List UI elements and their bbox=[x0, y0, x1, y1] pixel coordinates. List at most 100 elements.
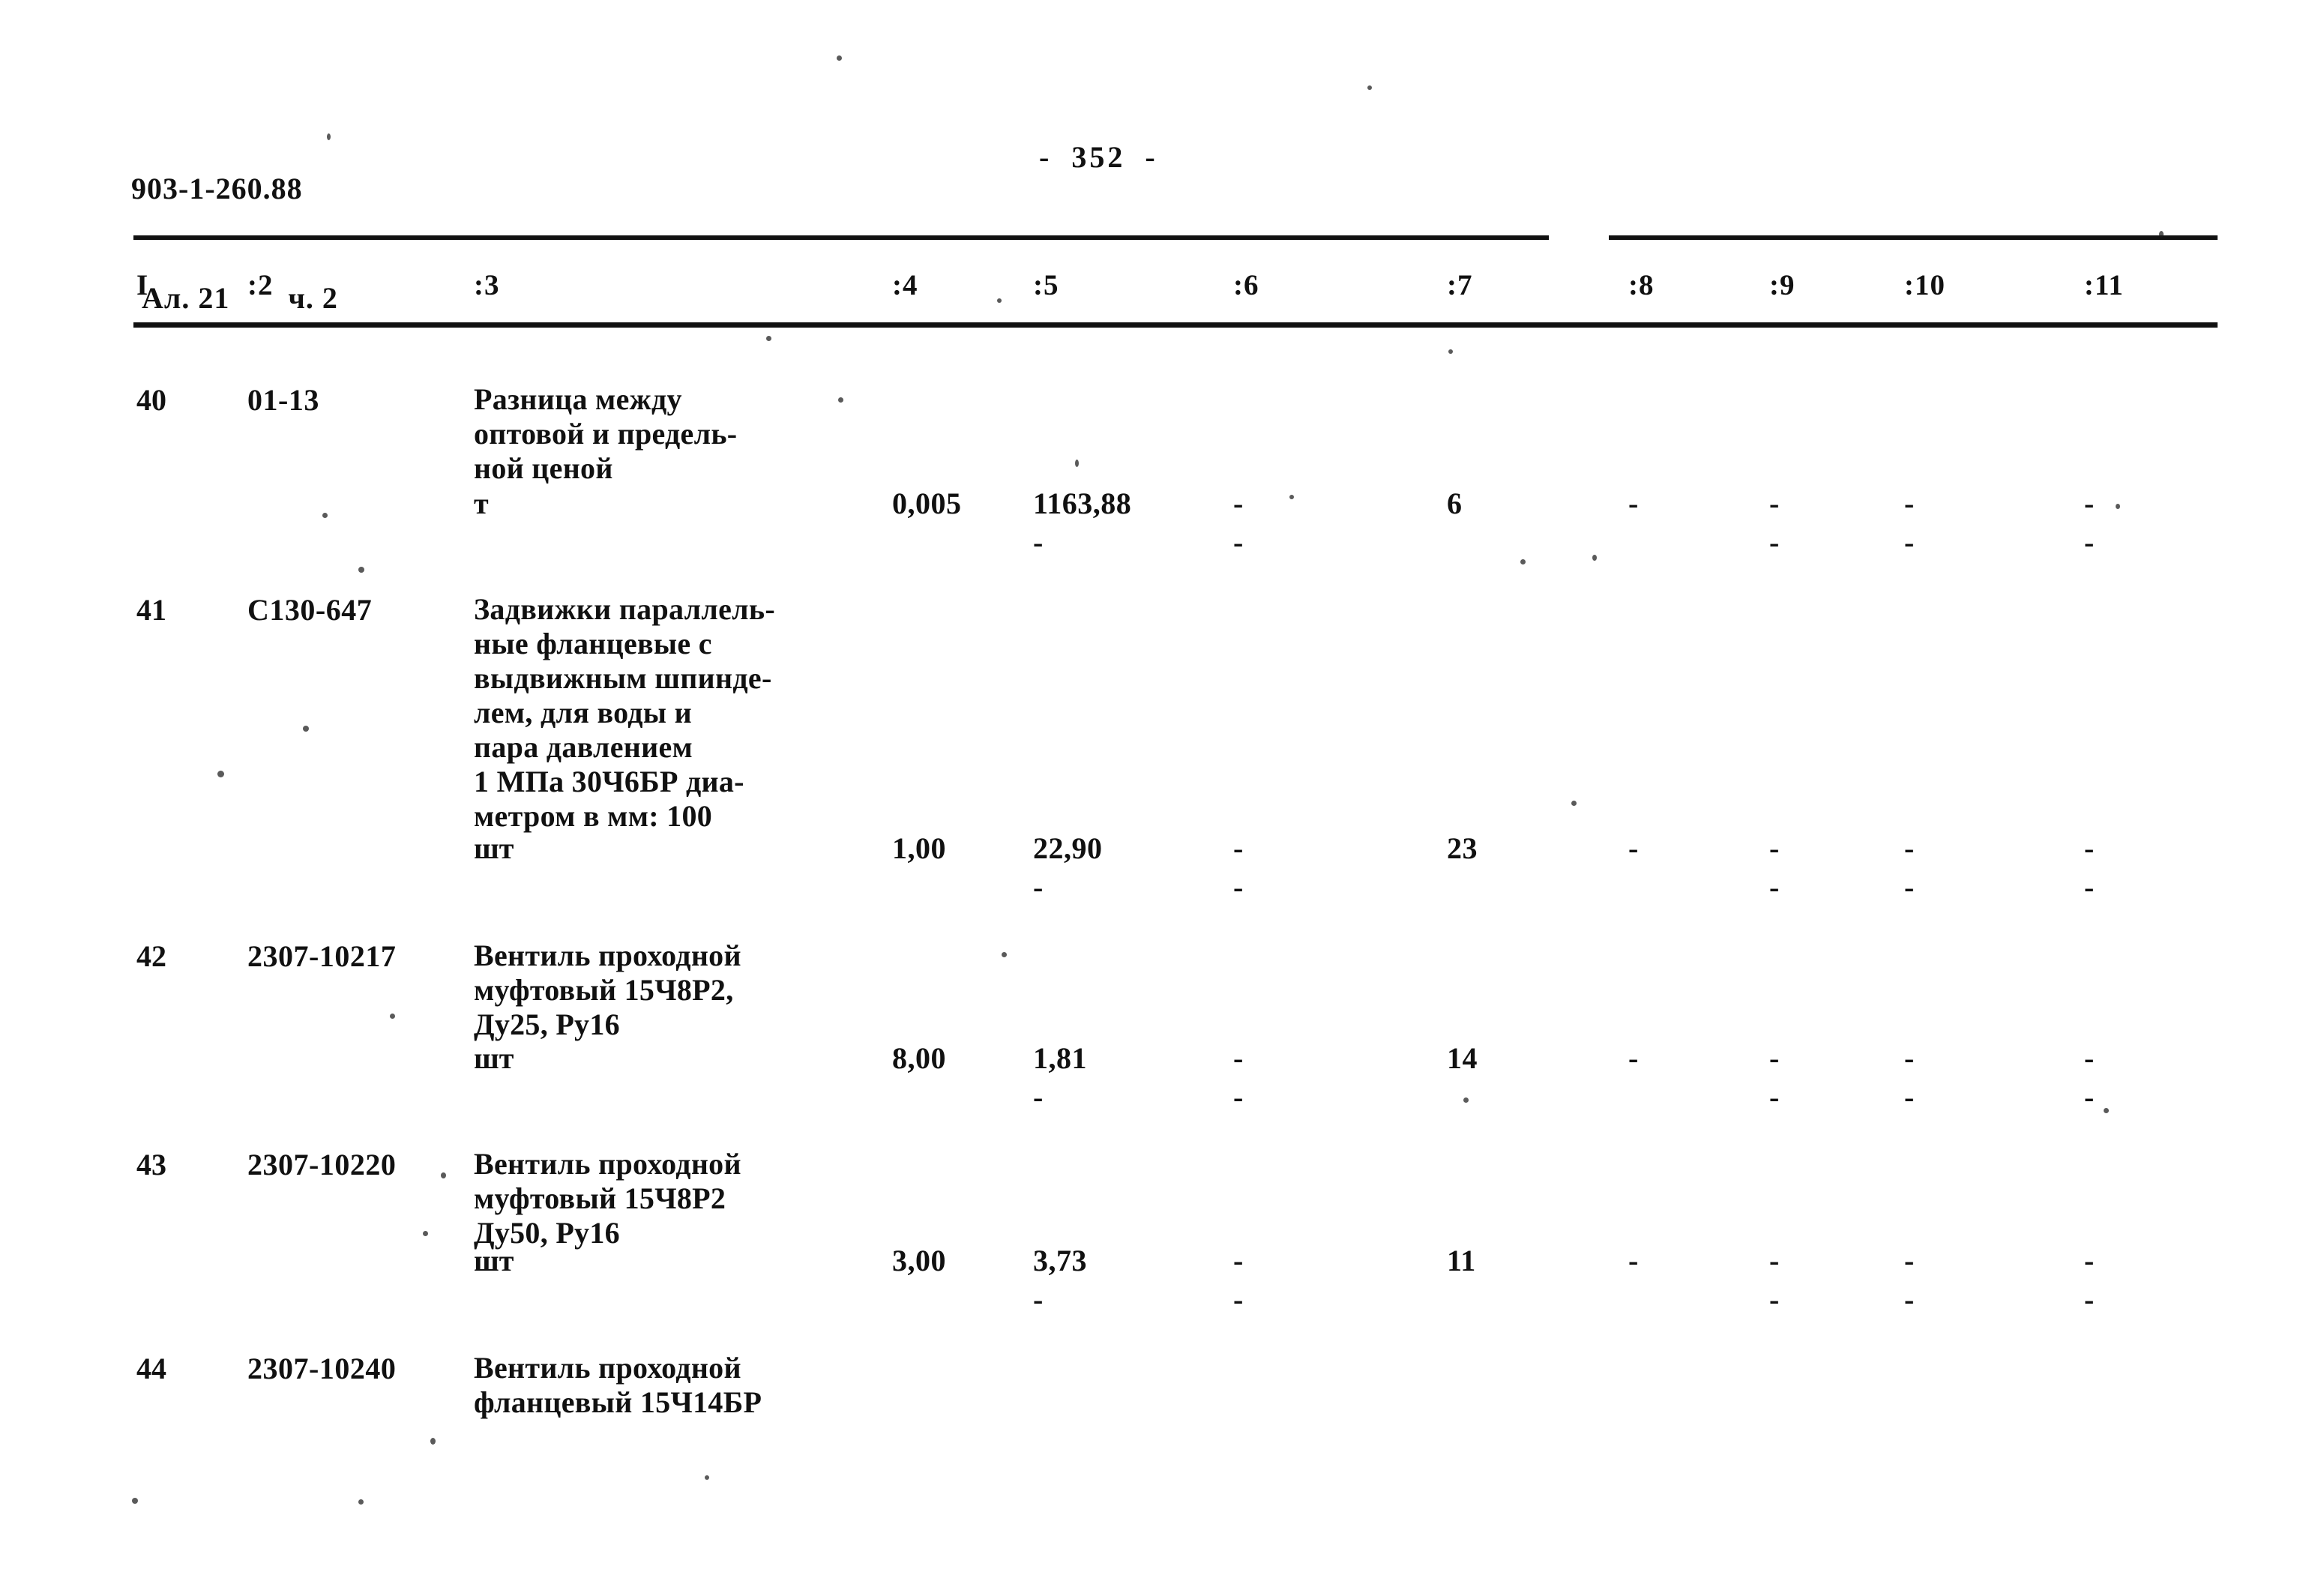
row-value-second-c5b: - bbox=[1033, 1283, 1044, 1316]
row-index: 41 bbox=[136, 593, 166, 627]
document-header: 903-1-260.88 Ал. 21 ч. 2 bbox=[131, 97, 338, 390]
row-description-line: пара давлением bbox=[474, 730, 693, 764]
table-header-cell-2: :2 bbox=[247, 269, 274, 301]
row-value-second-c10b: - bbox=[1904, 870, 1915, 904]
row-description-line: 1 МПа 30Ч6БР диа- bbox=[474, 765, 744, 798]
row-unit: шт bbox=[474, 831, 514, 865]
scan-speck bbox=[2159, 231, 2164, 238]
scan-speck bbox=[358, 567, 364, 573]
table-header-cell-9: :9 bbox=[1769, 269, 1795, 301]
row-value-second-c5b: - bbox=[1033, 526, 1044, 559]
row-value-second-c5b: - bbox=[1033, 1080, 1044, 1114]
scan-speck bbox=[1592, 555, 1597, 561]
scanned-page: 903-1-260.88 Ал. 21 ч. 2 -352- I:2:3:4:5:… bbox=[0, 0, 2303, 1596]
scan-speck bbox=[1075, 460, 1079, 467]
row-value-second-c6b: - bbox=[1233, 1283, 1244, 1316]
scan-speck bbox=[441, 1172, 446, 1178]
scan-speck bbox=[217, 771, 224, 777]
row-value-col8: - bbox=[1628, 487, 1639, 520]
table-header-cell-5: :5 bbox=[1033, 269, 1059, 301]
row-value-second-c10b: - bbox=[1904, 526, 1915, 559]
row-resource-code: С130-647 bbox=[247, 593, 373, 627]
row-value-second-c9b: - bbox=[1769, 1080, 1780, 1114]
row-unit: шт bbox=[474, 1244, 514, 1277]
row-description-line: Разница между bbox=[474, 382, 682, 416]
row-description-line: Задвижки параллель- bbox=[474, 592, 775, 626]
row-unit: т bbox=[474, 487, 489, 520]
row-resource-code: 2307-10220 bbox=[247, 1148, 397, 1181]
album-label: Ал. 21 bbox=[142, 280, 230, 315]
row-value-second-c9b: - bbox=[1769, 870, 1780, 904]
row-value-second-c9b: - bbox=[1769, 526, 1780, 559]
row-value-second-c6b: - bbox=[1233, 870, 1244, 904]
row-value-second-c5b: - bbox=[1033, 870, 1044, 904]
row-value-second-c11b: - bbox=[2084, 1080, 2095, 1114]
page-number-dash-left: - bbox=[1039, 140, 1053, 174]
row-value-second-c11b: - bbox=[2084, 1283, 2095, 1316]
row-value-second-c10b: - bbox=[1904, 1283, 1915, 1316]
row-description-line: ные фланцевые с bbox=[474, 627, 712, 660]
scan-speck bbox=[1571, 801, 1577, 806]
table-header-cell-1: I bbox=[136, 269, 149, 301]
table-header-cell-4: :4 bbox=[892, 269, 918, 301]
row-value-second-c11b: - bbox=[2084, 526, 2095, 559]
row-description-line: Вентиль проходной bbox=[474, 939, 741, 972]
scan-speck bbox=[327, 133, 331, 140]
table-header-rule bbox=[133, 322, 2218, 328]
row-description-line: Вентиль проходной bbox=[474, 1147, 741, 1181]
page-number-value: 352 bbox=[1071, 140, 1126, 174]
scan-speck bbox=[838, 397, 843, 403]
scan-speck bbox=[1520, 559, 1526, 564]
row-value-col10: - bbox=[1904, 1041, 1915, 1075]
scan-speck bbox=[1367, 85, 1372, 90]
scan-speck bbox=[997, 298, 1002, 303]
scan-speck bbox=[766, 336, 771, 341]
row-value-col5: 22,90 bbox=[1033, 831, 1103, 865]
scan-speck bbox=[423, 1231, 428, 1236]
page-number: -352- bbox=[1020, 139, 1178, 175]
row-value-col4: 1,00 bbox=[892, 831, 946, 865]
part-label: ч. 2 bbox=[288, 280, 338, 315]
row-value-col9: - bbox=[1769, 831, 1780, 865]
scan-speck bbox=[358, 1499, 364, 1505]
scan-speck bbox=[1448, 349, 1453, 354]
row-value-col7: 23 bbox=[1447, 831, 1478, 865]
scan-speck bbox=[1289, 495, 1294, 499]
row-value-col6: - bbox=[1233, 1041, 1244, 1075]
row-description-line: Вентиль проходной bbox=[474, 1351, 741, 1385]
scan-speck bbox=[1002, 952, 1007, 957]
table-header-cell-11: :11 bbox=[2084, 269, 2124, 301]
scan-speck bbox=[303, 726, 309, 732]
scan-speck bbox=[1463, 1097, 1469, 1103]
row-description-line: метром в мм: 100 bbox=[474, 799, 713, 833]
scan-speck bbox=[705, 1475, 709, 1480]
row-value-second-c11b: - bbox=[2084, 870, 2095, 904]
scan-speck bbox=[322, 513, 328, 518]
row-resource-code: 2307-10217 bbox=[247, 939, 397, 973]
table-header-cell-6: :6 bbox=[1233, 269, 1259, 301]
table-header-cell-8: :8 bbox=[1628, 269, 1655, 301]
row-unit: шт bbox=[474, 1041, 514, 1075]
row-value-second-c10b: - bbox=[1904, 1080, 1915, 1114]
row-description-line: оптовой и предель- bbox=[474, 417, 738, 451]
document-code: 903-1-260.88 bbox=[131, 171, 303, 205]
row-description-line: выдвижным шпинде- bbox=[474, 661, 772, 695]
row-value-col11: - bbox=[2084, 487, 2095, 520]
scan-speck bbox=[2116, 504, 2120, 509]
row-value-col4: 0,005 bbox=[892, 487, 962, 520]
row-value-col9: - bbox=[1769, 1041, 1780, 1075]
row-value-col6: - bbox=[1233, 1244, 1244, 1277]
row-description-line: фланцевый 15Ч14БР bbox=[474, 1385, 762, 1419]
row-value-col4: 8,00 bbox=[892, 1041, 946, 1075]
row-description-line: муфтовый 15Ч8Р2 bbox=[474, 1181, 726, 1215]
row-index: 42 bbox=[136, 939, 166, 973]
row-value-col11: - bbox=[2084, 1244, 2095, 1277]
row-value-col6: - bbox=[1233, 487, 1244, 520]
row-value-col8: - bbox=[1628, 1041, 1639, 1075]
table-header-cell-7: :7 bbox=[1447, 269, 1473, 301]
row-value-second-c6b: - bbox=[1233, 1080, 1244, 1114]
scan-speck bbox=[390, 1014, 395, 1019]
row-value-col8: - bbox=[1628, 1244, 1639, 1277]
row-value-col4: 3,00 bbox=[892, 1244, 946, 1277]
row-value-second-c6b: - bbox=[1233, 526, 1244, 559]
